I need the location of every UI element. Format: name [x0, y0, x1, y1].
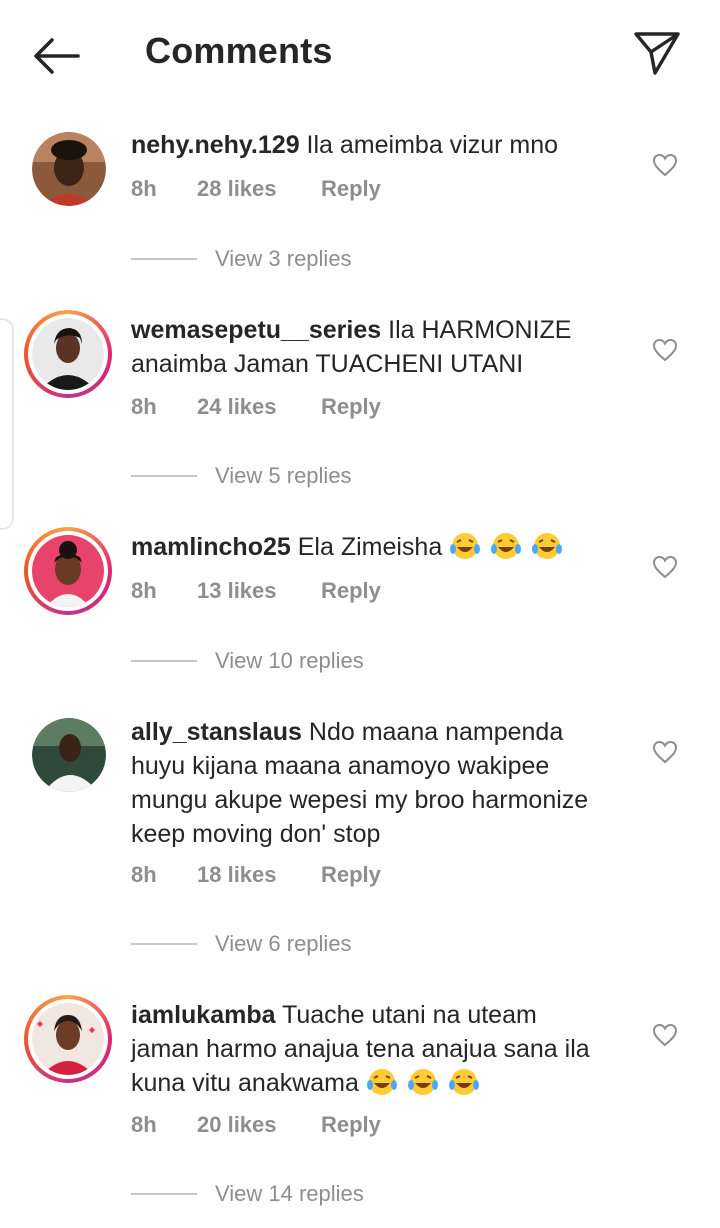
comment-time: 8h	[131, 862, 157, 887]
avatar-image	[32, 132, 106, 206]
like-button[interactable]	[650, 737, 680, 767]
avatar-image	[32, 535, 104, 607]
comment-likes[interactable]: 28 likes	[197, 176, 321, 202]
heart-icon	[652, 555, 678, 579]
divider-line	[131, 475, 197, 477]
comment-likes[interactable]: 24 likes	[197, 394, 321, 420]
avatar-frame	[32, 718, 106, 792]
avatar-image	[32, 718, 106, 792]
comment-username[interactable]: ally_stanslaus	[131, 718, 302, 746]
comment-text: iamlukamba Tuache utani na uteam jaman h…	[131, 998, 611, 1100]
laughing-emoji-icon	[448, 1069, 479, 1095]
avatar[interactable]	[32, 132, 106, 206]
back-button[interactable]	[28, 34, 84, 78]
heart-icon	[652, 153, 678, 177]
comment-meta: 8h 18 likes Reply	[131, 862, 381, 888]
heart-icon	[652, 740, 678, 764]
comment-username[interactable]: iamlukamba	[131, 1001, 276, 1029]
laughing-emoji-icon	[366, 1069, 397, 1095]
laughing-emoji-group	[449, 533, 565, 561]
divider-line	[131, 258, 197, 260]
arrow-left-icon	[34, 38, 80, 74]
paper-plane-icon	[634, 32, 680, 75]
divider-line	[131, 1193, 197, 1195]
comments-screen: Comments nehy.nehy.129 Ila ameimba vizur…	[0, 0, 720, 1228]
comment-body: Ila ameimba vizur mno	[306, 131, 559, 159]
like-button[interactable]	[650, 335, 680, 365]
avatar-frame	[28, 314, 108, 394]
comment-time: 8h	[131, 394, 157, 419]
comment-body: Ela Zimeisha	[297, 533, 443, 561]
view-replies-button[interactable]: View 5 replies	[131, 463, 352, 489]
laughing-emoji-group	[366, 1069, 482, 1097]
view-replies-label: View 5 replies	[215, 463, 352, 488]
comment-text: mamlincho25 Ela Zimeisha	[131, 530, 611, 564]
laughing-emoji-icon	[407, 1069, 438, 1095]
comment-meta: 8h 24 likes Reply	[131, 394, 381, 420]
like-button[interactable]	[650, 552, 680, 582]
comment-time: 8h	[131, 578, 157, 603]
avatar-frame	[28, 531, 108, 611]
view-replies-button[interactable]: View 14 replies	[131, 1181, 364, 1207]
avatar-frame	[32, 132, 106, 206]
comment-likes[interactable]: 13 likes	[197, 578, 321, 604]
comment-text: wemasepetu__series Ila HARMONIZE anaimba…	[131, 313, 611, 381]
view-replies-button[interactable]: View 6 replies	[131, 931, 352, 957]
comment-text: ally_stanslaus Ndo maana nampenda huyu k…	[131, 715, 611, 851]
comment-meta: 8h 28 likes Reply	[131, 176, 381, 202]
comment-likes[interactable]: 20 likes	[197, 1112, 321, 1138]
reply-button[interactable]: Reply	[321, 1112, 381, 1138]
avatar-image	[32, 1003, 104, 1075]
divider-line	[131, 660, 197, 662]
avatar-frame	[28, 999, 108, 1079]
divider-line	[131, 943, 197, 945]
view-replies-label: View 10 replies	[215, 648, 364, 673]
view-replies-label: View 6 replies	[215, 931, 352, 956]
reply-button[interactable]: Reply	[321, 394, 381, 420]
comment-username[interactable]: nehy.nehy.129	[131, 131, 300, 159]
comment-likes[interactable]: 18 likes	[197, 862, 321, 888]
reply-button[interactable]: Reply	[321, 176, 381, 202]
reply-button[interactable]: Reply	[321, 578, 381, 604]
laughing-emoji-icon	[532, 533, 563, 559]
heart-icon	[652, 1023, 678, 1047]
comment-time: 8h	[131, 1112, 157, 1137]
like-button[interactable]	[650, 150, 680, 180]
avatar[interactable]	[24, 527, 112, 615]
avatar[interactable]	[24, 995, 112, 1083]
view-replies-button[interactable]: View 10 replies	[131, 648, 364, 674]
laughing-emoji-icon	[450, 533, 481, 559]
comment-meta: 8h 20 likes Reply	[131, 1112, 381, 1138]
reply-button[interactable]: Reply	[321, 862, 381, 888]
laughing-emoji-icon	[491, 533, 522, 559]
view-replies-label: View 14 replies	[215, 1181, 364, 1206]
comment-text: nehy.nehy.129 Ila ameimba vizur mno	[131, 128, 611, 162]
comment-time: 8h	[131, 176, 157, 201]
avatar[interactable]	[32, 718, 106, 792]
comment-meta: 8h 13 likes Reply	[131, 578, 381, 604]
heart-icon	[652, 338, 678, 362]
like-button[interactable]	[650, 1020, 680, 1050]
comment-username[interactable]: mamlincho25	[131, 533, 291, 561]
view-replies-label: View 3 replies	[215, 246, 352, 271]
header: Comments	[0, 0, 720, 108]
side-panel-edge	[0, 318, 14, 530]
avatar[interactable]	[24, 310, 112, 398]
avatar-image	[32, 318, 104, 390]
page-title: Comments	[145, 30, 333, 71]
comment-username[interactable]: wemasepetu__series	[131, 316, 381, 344]
share-button[interactable]	[630, 26, 684, 80]
view-replies-button[interactable]: View 3 replies	[131, 246, 352, 272]
